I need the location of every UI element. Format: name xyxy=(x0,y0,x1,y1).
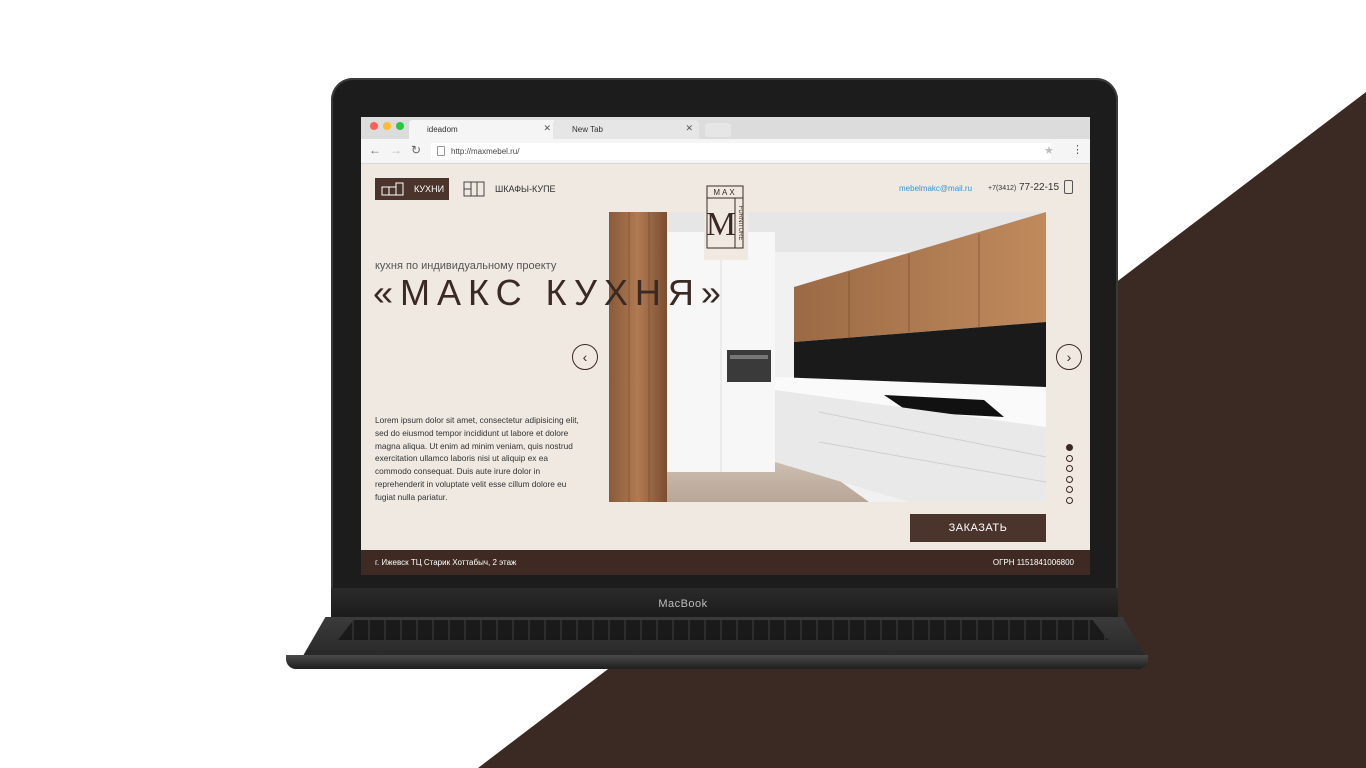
logo-top-text: MAX xyxy=(713,188,736,197)
slider-pagination xyxy=(1066,444,1073,507)
forward-arrow-icon[interactable]: → xyxy=(390,143,402,157)
slider-dot[interactable] xyxy=(1066,465,1073,472)
order-button[interactable]: ЗАКАЗАТЬ xyxy=(910,514,1046,542)
maximize-window-icon[interactable] xyxy=(396,122,404,130)
hero-kitchen-image xyxy=(609,212,1046,502)
hero-description: Lorem ipsum dolor sit amet, consectetur … xyxy=(375,415,579,502)
site-footer: г. Ижевск ТЦ Старик Хоттабыч, 2 этаж ОГР… xyxy=(361,550,1090,575)
footer-ogrn: ОГРН 1151841006800 xyxy=(992,558,1074,567)
hero-subtitle: кухня по индивидуальному проекту xyxy=(375,260,557,272)
contact-phone[interactable]: +7(3412) 77-22-15 xyxy=(988,182,1059,193)
laptop-screen: ideadom ✕ New Tab ✕ ← → ↻ http://maxmebe… xyxy=(361,117,1090,575)
bookmark-star-icon[interactable]: ★ xyxy=(1044,144,1054,157)
chevron-right-icon: › xyxy=(1066,349,1072,365)
website: КУХНИ ШКАФЫ-КУПЕ MAX M FURNITURE mebelma… xyxy=(361,164,1090,575)
browser-tab-strip: ideadom ✕ New Tab ✕ xyxy=(361,117,1090,139)
chevron-left-icon: ‹ xyxy=(582,349,588,365)
phone-number: 77-22-15 xyxy=(1019,182,1060,193)
nav-kitchens-button[interactable]: КУХНИ xyxy=(375,178,449,200)
contact-email-link[interactable]: mebelmakc@mail.ru xyxy=(899,184,972,193)
minimize-window-icon[interactable] xyxy=(383,122,391,130)
nav-wardrobes-link[interactable]: ШКАФЫ-КУПЕ xyxy=(463,178,556,200)
laptop-brand-label: MacBook xyxy=(658,598,708,610)
slider-dot[interactable] xyxy=(1066,475,1073,483)
keyboard-keys xyxy=(338,620,1108,640)
tab-close-icon[interactable]: ✕ xyxy=(685,123,693,134)
slider-dot[interactable] xyxy=(1066,454,1073,462)
browser-tab-inactive[interactable]: New Tab ✕ xyxy=(553,120,699,139)
hero-headline: «МАКС КУХНЯ» xyxy=(373,272,728,313)
slider-dot[interactable] xyxy=(1066,486,1073,493)
slider-prev-button[interactable]: ‹ xyxy=(572,344,598,370)
slider-dot[interactable] xyxy=(1066,444,1073,451)
logo-mark: MAX M FURNITURE xyxy=(706,185,744,249)
site-logo[interactable]: MAX M FURNITURE xyxy=(704,180,748,260)
phone-icon xyxy=(1064,180,1073,194)
browser-tab-active[interactable]: ideadom ✕ xyxy=(409,120,557,139)
nav-kitchens-label: КУХНИ xyxy=(414,184,445,194)
url-text: http://maxmebel.ru/ xyxy=(451,147,520,156)
footer-address: г. Ижевск ТЦ Старик Хоттабыч, 2 этаж xyxy=(375,558,517,567)
kitchen-icon xyxy=(381,182,404,196)
page-icon xyxy=(437,146,445,156)
tab-close-icon[interactable]: ✕ xyxy=(543,123,551,134)
address-bar[interactable]: http://maxmebel.ru/ xyxy=(431,143,1051,160)
phone-code: +7(3412) xyxy=(988,185,1017,192)
tab-label: ideadom xyxy=(427,125,458,134)
wardrobe-icon xyxy=(463,181,485,197)
browser-toolbar: ← → ↻ http://maxmebel.ru/ ★ ⋮ xyxy=(361,139,1090,164)
tab-label: New Tab xyxy=(572,125,603,134)
logo-bottom-text: FURNITURE xyxy=(737,206,743,241)
nav-wardrobes-label: ШКАФЫ-КУПЕ xyxy=(495,184,556,194)
new-tab-button[interactable] xyxy=(705,123,731,137)
logo-letter: M xyxy=(706,206,736,243)
laptop-base xyxy=(286,655,1148,669)
browser-menu-icon[interactable]: ⋮ xyxy=(1072,143,1083,156)
slider-dot[interactable] xyxy=(1066,496,1073,504)
slider-next-button[interactable]: › xyxy=(1056,344,1082,370)
back-arrow-icon[interactable]: ← xyxy=(369,143,381,157)
close-window-icon[interactable] xyxy=(370,122,378,130)
reload-icon[interactable]: ↻ xyxy=(411,143,421,157)
